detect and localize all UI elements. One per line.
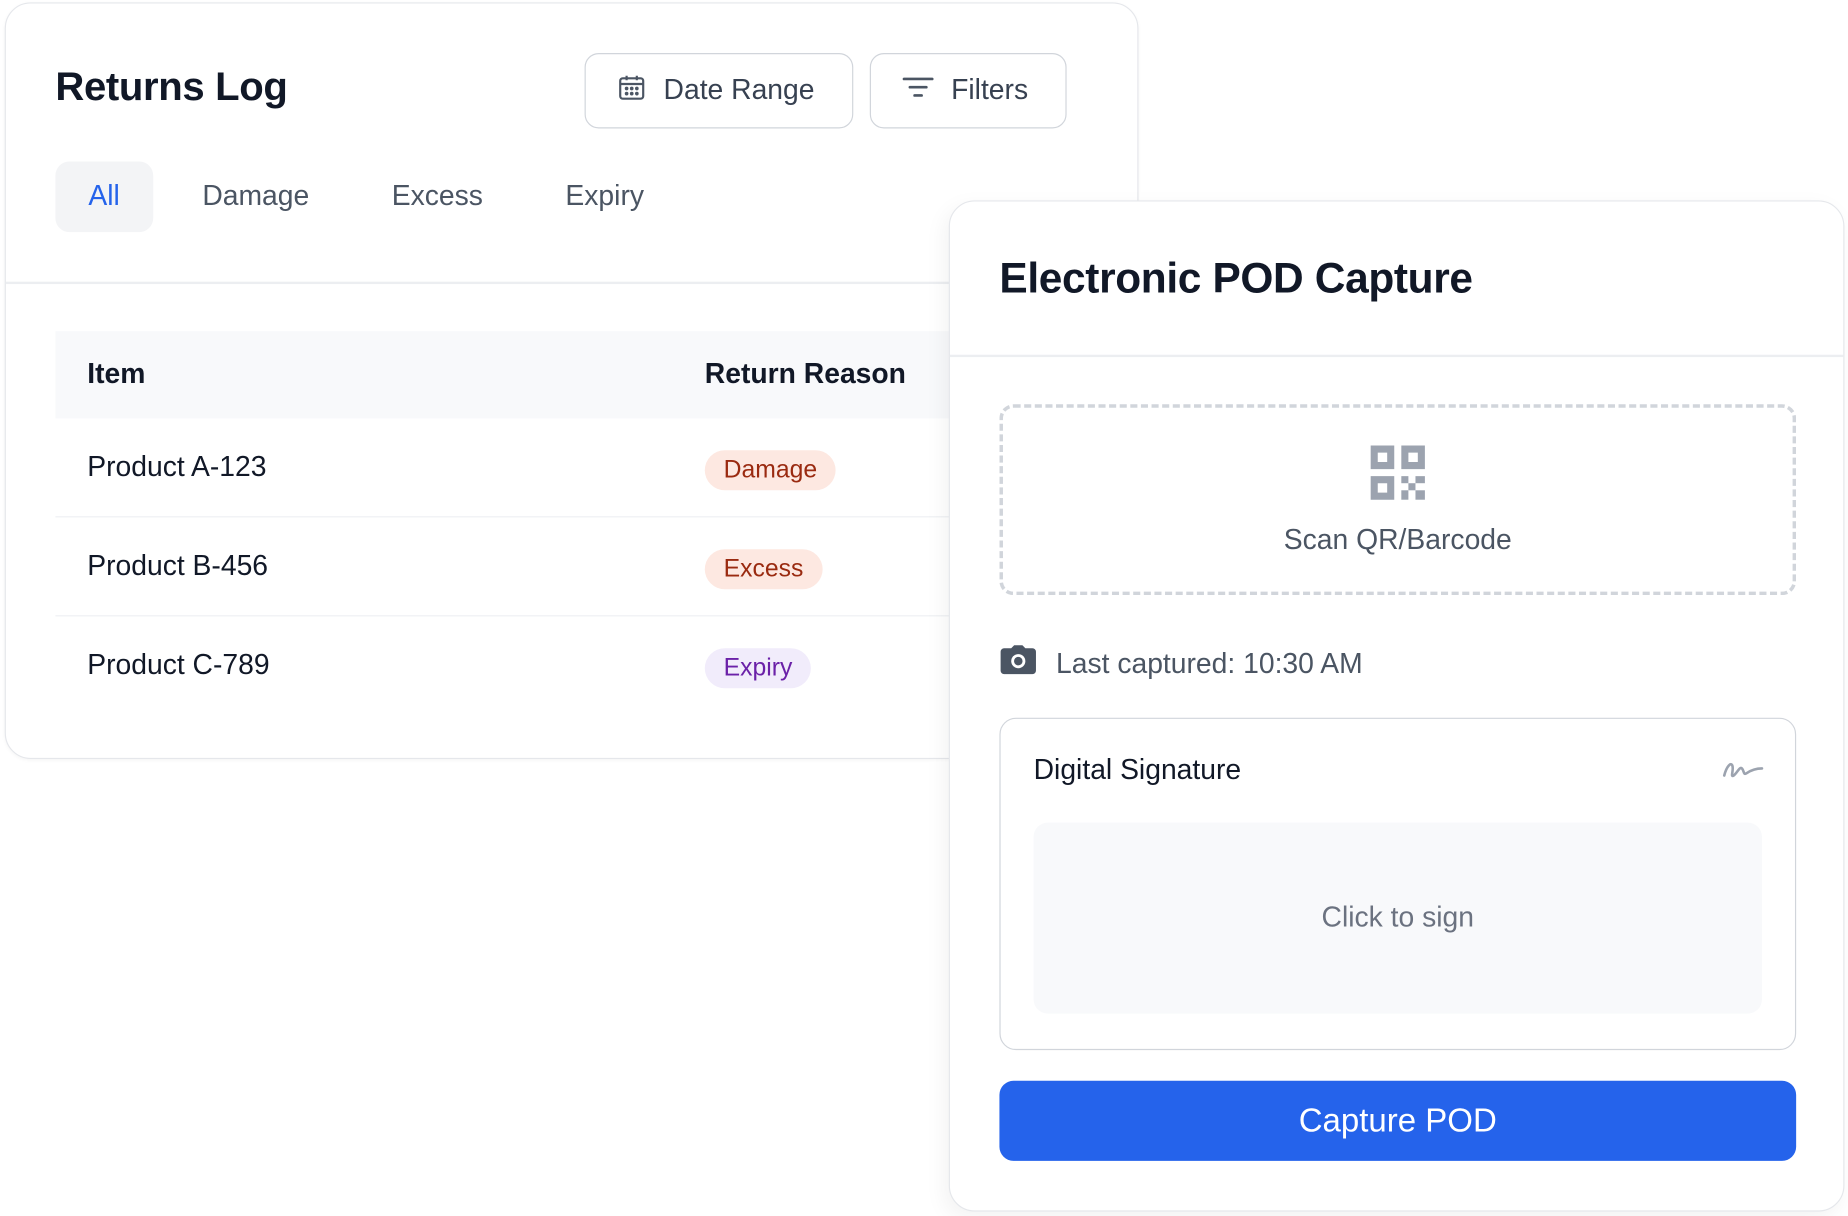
signature-title: Digital Signature <box>1033 754 1242 787</box>
capture-pod-button[interactable]: Capture POD <box>999 1080 1797 1161</box>
signature-pad[interactable]: Click to sign <box>1033 822 1762 1014</box>
filter-lines-icon <box>902 74 935 108</box>
digital-signature-panel: Digital Signature Click to sign <box>999 717 1797 1051</box>
item-name: Product A-123 <box>87 450 267 483</box>
pod-capture-card: Electronic POD Capture Scan QR/Barcode L… <box>948 200 1845 1212</box>
tab-expiry[interactable]: Expiry <box>532 161 677 232</box>
column-header-return-reason: Return Reason <box>704 358 906 391</box>
pod-title: Electronic POD Capture <box>999 253 1473 302</box>
filters-button[interactable]: Filters <box>869 53 1067 129</box>
returns-log-title: Returns Log <box>55 64 288 110</box>
filters-label: Filters <box>951 74 1029 107</box>
last-captured-status: Last captured: 10:30 AM <box>999 645 1363 684</box>
tab-all[interactable]: All <box>55 161 153 233</box>
scan-qr-barcode-dropzone[interactable]: Scan QR/Barcode <box>999 404 1797 596</box>
date-range-button[interactable]: Date Range <box>584 53 854 129</box>
item-name: Product C-789 <box>87 649 270 682</box>
tab-excess[interactable]: Excess <box>359 161 516 232</box>
scan-label: Scan QR/Barcode <box>1283 523 1512 556</box>
signature-placeholder: Click to sign <box>1321 901 1475 934</box>
item-name: Product B-456 <box>87 549 269 582</box>
reason-badge: Damage <box>704 449 837 490</box>
qr-code-icon <box>1368 443 1427 508</box>
date-range-label: Date Range <box>663 74 815 107</box>
reason-badge: Expiry <box>704 648 812 689</box>
signature-icon <box>1722 754 1764 788</box>
reason-badge: Excess <box>704 548 823 589</box>
divider <box>949 354 1844 357</box>
last-captured-text: Last captured: 10:30 AM <box>1055 647 1363 680</box>
column-header-item: Item <box>87 358 146 391</box>
calendar-icon <box>616 71 647 110</box>
tab-damage[interactable]: Damage <box>169 161 342 232</box>
camera-icon <box>999 645 1037 684</box>
return-type-tabs: All Damage Excess Expiry <box>55 161 693 233</box>
